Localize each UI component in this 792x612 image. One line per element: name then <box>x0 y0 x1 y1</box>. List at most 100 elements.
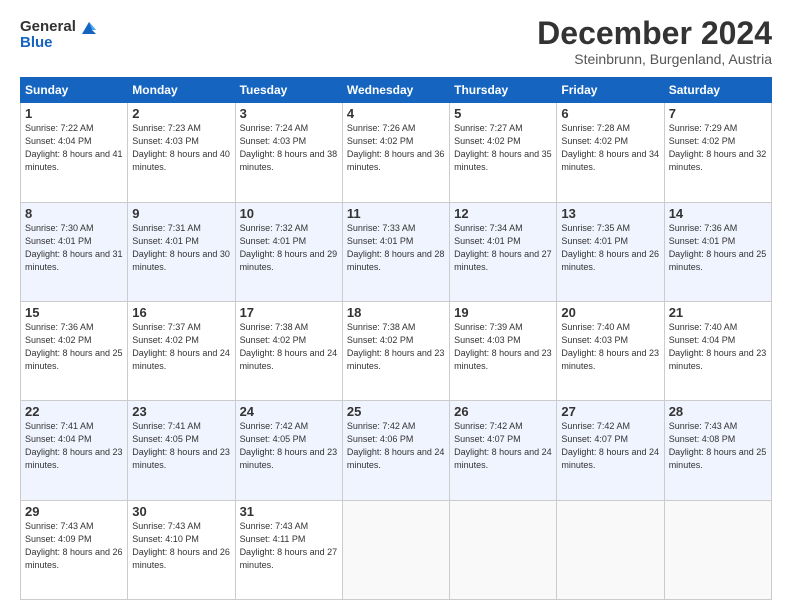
calendar-cell: 7Sunrise: 7:29 AMSunset: 4:02 PMDaylight… <box>664 103 771 202</box>
header: General Blue December 2024 Steinbrunn, B… <box>20 16 772 67</box>
col-header-wednesday: Wednesday <box>342 78 449 103</box>
cell-info: Sunrise: 7:40 AMSunset: 4:04 PMDaylight:… <box>669 321 767 373</box>
cell-day-number: 23 <box>132 404 230 419</box>
week-row-3: 15Sunrise: 7:36 AMSunset: 4:02 PMDayligh… <box>21 301 772 400</box>
cell-day-number: 4 <box>347 106 445 121</box>
cell-day-number: 9 <box>132 206 230 221</box>
calendar-header-row: SundayMondayTuesdayWednesdayThursdayFrid… <box>21 78 772 103</box>
cell-day-number: 24 <box>240 404 338 419</box>
cell-info: Sunrise: 7:43 AMSunset: 4:09 PMDaylight:… <box>25 520 123 572</box>
logo-blue: Blue <box>20 34 53 52</box>
cell-day-number: 22 <box>25 404 123 419</box>
calendar-cell: 19Sunrise: 7:39 AMSunset: 4:03 PMDayligh… <box>450 301 557 400</box>
calendar-cell <box>342 500 449 599</box>
week-row-1: 1Sunrise: 7:22 AMSunset: 4:04 PMDaylight… <box>21 103 772 202</box>
calendar-cell: 28Sunrise: 7:43 AMSunset: 4:08 PMDayligh… <box>664 401 771 500</box>
cell-info: Sunrise: 7:41 AMSunset: 4:04 PMDaylight:… <box>25 420 123 472</box>
cell-info: Sunrise: 7:34 AMSunset: 4:01 PMDaylight:… <box>454 222 552 274</box>
cell-day-number: 21 <box>669 305 767 320</box>
cell-day-number: 28 <box>669 404 767 419</box>
cell-day-number: 2 <box>132 106 230 121</box>
cell-day-number: 16 <box>132 305 230 320</box>
cell-day-number: 14 <box>669 206 767 221</box>
cell-info: Sunrise: 7:33 AMSunset: 4:01 PMDaylight:… <box>347 222 445 274</box>
cell-day-number: 26 <box>454 404 552 419</box>
cell-info: Sunrise: 7:36 AMSunset: 4:02 PMDaylight:… <box>25 321 123 373</box>
cell-day-number: 3 <box>240 106 338 121</box>
calendar-cell <box>450 500 557 599</box>
cell-info: Sunrise: 7:38 AMSunset: 4:02 PMDaylight:… <box>347 321 445 373</box>
week-row-2: 8Sunrise: 7:30 AMSunset: 4:01 PMDaylight… <box>21 202 772 301</box>
week-row-4: 22Sunrise: 7:41 AMSunset: 4:04 PMDayligh… <box>21 401 772 500</box>
cell-info: Sunrise: 7:24 AMSunset: 4:03 PMDaylight:… <box>240 122 338 174</box>
cell-day-number: 10 <box>240 206 338 221</box>
calendar-cell: 10Sunrise: 7:32 AMSunset: 4:01 PMDayligh… <box>235 202 342 301</box>
cell-info: Sunrise: 7:31 AMSunset: 4:01 PMDaylight:… <box>132 222 230 274</box>
calendar-cell: 17Sunrise: 7:38 AMSunset: 4:02 PMDayligh… <box>235 301 342 400</box>
cell-info: Sunrise: 7:29 AMSunset: 4:02 PMDaylight:… <box>669 122 767 174</box>
cell-info: Sunrise: 7:37 AMSunset: 4:02 PMDaylight:… <box>132 321 230 373</box>
cell-info: Sunrise: 7:23 AMSunset: 4:03 PMDaylight:… <box>132 122 230 174</box>
cell-day-number: 19 <box>454 305 552 320</box>
cell-day-number: 25 <box>347 404 445 419</box>
calendar-cell: 16Sunrise: 7:37 AMSunset: 4:02 PMDayligh… <box>128 301 235 400</box>
calendar-cell: 15Sunrise: 7:36 AMSunset: 4:02 PMDayligh… <box>21 301 128 400</box>
cell-info: Sunrise: 7:22 AMSunset: 4:04 PMDaylight:… <box>25 122 123 174</box>
calendar-cell: 4Sunrise: 7:26 AMSunset: 4:02 PMDaylight… <box>342 103 449 202</box>
calendar-cell: 23Sunrise: 7:41 AMSunset: 4:05 PMDayligh… <box>128 401 235 500</box>
col-header-saturday: Saturday <box>664 78 771 103</box>
calendar-cell: 31Sunrise: 7:43 AMSunset: 4:11 PMDayligh… <box>235 500 342 599</box>
cell-day-number: 20 <box>561 305 659 320</box>
cell-info: Sunrise: 7:43 AMSunset: 4:08 PMDaylight:… <box>669 420 767 472</box>
logo: General Blue <box>20 16 100 52</box>
calendar-cell: 24Sunrise: 7:42 AMSunset: 4:05 PMDayligh… <box>235 401 342 500</box>
cell-info: Sunrise: 7:41 AMSunset: 4:05 PMDaylight:… <box>132 420 230 472</box>
calendar-cell: 27Sunrise: 7:42 AMSunset: 4:07 PMDayligh… <box>557 401 664 500</box>
calendar-cell: 13Sunrise: 7:35 AMSunset: 4:01 PMDayligh… <box>557 202 664 301</box>
location-subtitle: Steinbrunn, Burgenland, Austria <box>537 51 772 67</box>
calendar-cell: 6Sunrise: 7:28 AMSunset: 4:02 PMDaylight… <box>557 103 664 202</box>
cell-info: Sunrise: 7:27 AMSunset: 4:02 PMDaylight:… <box>454 122 552 174</box>
cell-day-number: 31 <box>240 504 338 519</box>
col-header-monday: Monday <box>128 78 235 103</box>
page: General Blue December 2024 Steinbrunn, B… <box>0 0 792 612</box>
cell-info: Sunrise: 7:38 AMSunset: 4:02 PMDaylight:… <box>240 321 338 373</box>
cell-info: Sunrise: 7:30 AMSunset: 4:01 PMDaylight:… <box>25 222 123 274</box>
col-header-sunday: Sunday <box>21 78 128 103</box>
calendar-cell: 21Sunrise: 7:40 AMSunset: 4:04 PMDayligh… <box>664 301 771 400</box>
cell-info: Sunrise: 7:28 AMSunset: 4:02 PMDaylight:… <box>561 122 659 174</box>
cell-info: Sunrise: 7:42 AMSunset: 4:07 PMDaylight:… <box>561 420 659 472</box>
cell-info: Sunrise: 7:26 AMSunset: 4:02 PMDaylight:… <box>347 122 445 174</box>
cell-day-number: 6 <box>561 106 659 121</box>
calendar-cell: 5Sunrise: 7:27 AMSunset: 4:02 PMDaylight… <box>450 103 557 202</box>
cell-day-number: 27 <box>561 404 659 419</box>
calendar-cell: 14Sunrise: 7:36 AMSunset: 4:01 PMDayligh… <box>664 202 771 301</box>
cell-info: Sunrise: 7:43 AMSunset: 4:10 PMDaylight:… <box>132 520 230 572</box>
calendar-cell: 29Sunrise: 7:43 AMSunset: 4:09 PMDayligh… <box>21 500 128 599</box>
calendar-cell: 2Sunrise: 7:23 AMSunset: 4:03 PMDaylight… <box>128 103 235 202</box>
title-block: December 2024 Steinbrunn, Burgenland, Au… <box>537 16 772 67</box>
cell-info: Sunrise: 7:36 AMSunset: 4:01 PMDaylight:… <box>669 222 767 274</box>
cell-day-number: 7 <box>669 106 767 121</box>
cell-day-number: 8 <box>25 206 123 221</box>
cell-info: Sunrise: 7:40 AMSunset: 4:03 PMDaylight:… <box>561 321 659 373</box>
cell-day-number: 5 <box>454 106 552 121</box>
col-header-friday: Friday <box>557 78 664 103</box>
calendar-cell: 26Sunrise: 7:42 AMSunset: 4:07 PMDayligh… <box>450 401 557 500</box>
calendar-cell <box>664 500 771 599</box>
cell-day-number: 11 <box>347 206 445 221</box>
cell-info: Sunrise: 7:35 AMSunset: 4:01 PMDaylight:… <box>561 222 659 274</box>
cell-info: Sunrise: 7:42 AMSunset: 4:06 PMDaylight:… <box>347 420 445 472</box>
calendar-cell: 22Sunrise: 7:41 AMSunset: 4:04 PMDayligh… <box>21 401 128 500</box>
calendar-cell: 11Sunrise: 7:33 AMSunset: 4:01 PMDayligh… <box>342 202 449 301</box>
calendar-cell: 3Sunrise: 7:24 AMSunset: 4:03 PMDaylight… <box>235 103 342 202</box>
month-title: December 2024 <box>537 16 772 51</box>
cell-info: Sunrise: 7:43 AMSunset: 4:11 PMDaylight:… <box>240 520 338 572</box>
cell-info: Sunrise: 7:39 AMSunset: 4:03 PMDaylight:… <box>454 321 552 373</box>
calendar-cell: 25Sunrise: 7:42 AMSunset: 4:06 PMDayligh… <box>342 401 449 500</box>
cell-day-number: 29 <box>25 504 123 519</box>
calendar: SundayMondayTuesdayWednesdayThursdayFrid… <box>20 77 772 600</box>
col-header-thursday: Thursday <box>450 78 557 103</box>
cell-info: Sunrise: 7:42 AMSunset: 4:05 PMDaylight:… <box>240 420 338 472</box>
cell-day-number: 17 <box>240 305 338 320</box>
